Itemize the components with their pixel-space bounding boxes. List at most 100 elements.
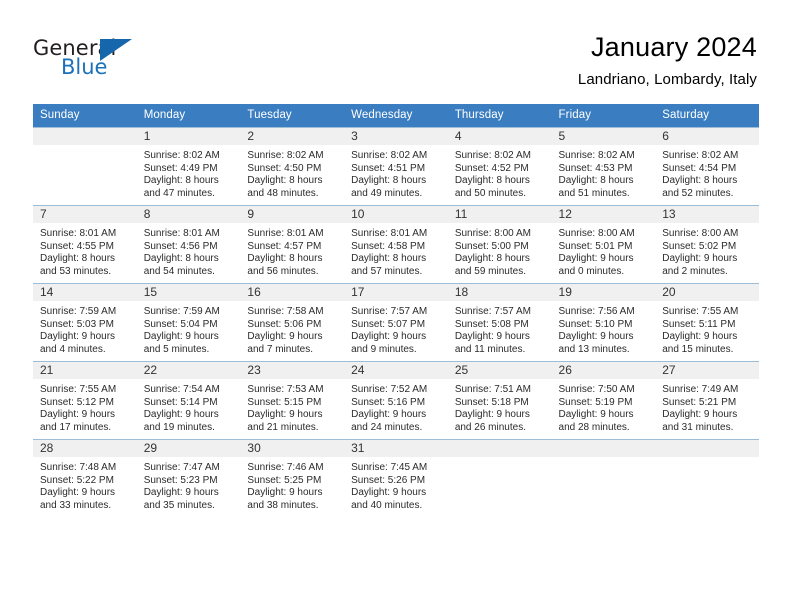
daylight-text-line1: Daylight: 9 hours [40, 487, 116, 499]
day-cell[interactable]: 7 Sunrise: 8:01 AM Sunset: 4:55 PM Daylight… [33, 205, 137, 284]
day-cell[interactable]: 9 Sunrise: 8:01 AM Sunset: 4:57 PM Daylight… [240, 205, 345, 284]
daylight-text-line1: Daylight: 8 hours [351, 253, 427, 265]
sunset-text: Sunset: 5:01 PM [558, 240, 633, 252]
calendar-week-row: 28 Sunrise: 7:48 AM Sunset: 5:22 PM Dayligh… [33, 439, 759, 517]
weekday-header-friday: Friday [551, 104, 656, 128]
sunset-text: Sunset: 4:53 PM [558, 162, 633, 174]
day-details: Sunrise: 7:49 AM Sunset: 5:21 PM Daylight:… [655, 379, 759, 434]
day-cell[interactable]: 11 Sunrise: 8:00 AM Sunset: 5:00 PM Dayligh… [447, 205, 552, 284]
day-cell[interactable]: 19 Sunrise: 7:56 AM Sunset: 5:10 PM Dayligh… [551, 283, 656, 362]
daylight-text-line2: and 33 minutes. [40, 499, 112, 511]
daylight-text-line2: and 4 minutes. [40, 343, 106, 355]
day-cell[interactable]: 24 Sunrise: 7:52 AM Sunset: 5:16 PM Dayligh… [344, 361, 448, 440]
sunrise-text: Sunrise: 7:50 AM [558, 384, 635, 395]
sunset-text: Sunset: 5:16 PM [351, 396, 426, 408]
daylight-text-line2: and 28 minutes. [558, 421, 630, 433]
sunrise-text: Sunrise: 7:47 AM [143, 462, 220, 473]
daylight-text-line2: and 13 minutes. [558, 343, 630, 355]
day-cell[interactable]: 23 Sunrise: 7:53 AM Sunset: 5:15 PM Dayligh… [240, 361, 345, 440]
daylight-text-line2: and 7 minutes. [247, 343, 314, 355]
sunset-text: Sunset: 4:50 PM [247, 162, 322, 174]
daylight-text-line2: and 5 minutes. [143, 343, 210, 355]
sunset-text: Sunset: 5:00 PM [454, 240, 529, 252]
day-cell[interactable]: 28 Sunrise: 7:48 AM Sunset: 5:22 PM Dayligh… [33, 439, 137, 517]
daylight-text-line2: and 2 minutes. [662, 265, 728, 277]
day-details: Sunrise: 7:54 AM Sunset: 5:14 PM Daylight:… [137, 379, 241, 434]
daylight-text-line2: and 35 minutes. [143, 499, 215, 511]
day-cell[interactable]: 22 Sunrise: 7:54 AM Sunset: 5:14 PM Dayligh… [136, 361, 241, 440]
day-number [655, 440, 759, 457]
day-number: 4 [447, 128, 552, 145]
sunset-text: Sunset: 5:07 PM [351, 318, 426, 330]
daylight-text-line2: and 50 minutes. [454, 187, 526, 199]
day-cell[interactable]: 3 Sunrise: 8:02 AM Sunset: 4:51 PM Daylight… [344, 127, 448, 206]
title-block: January 2024 Landriano, Lombardy, Italy [578, 30, 757, 91]
day-number: 26 [551, 362, 656, 379]
day-cell[interactable]: 5 Sunrise: 8:02 AM Sunset: 4:53 PM Daylight… [551, 127, 656, 206]
sunset-text: Sunset: 5:04 PM [143, 318, 218, 330]
sunrise-text: Sunrise: 8:01 AM [351, 228, 428, 239]
sunset-text: Sunset: 5:08 PM [454, 318, 529, 330]
sunrise-text: Sunrise: 8:02 AM [662, 150, 739, 161]
daylight-text-line2: and 52 minutes. [662, 187, 734, 199]
sunrise-text: Sunrise: 8:00 AM [454, 228, 531, 239]
day-cell[interactable]: 18 Sunrise: 7:57 AM Sunset: 5:08 PM Dayligh… [447, 283, 552, 362]
day-cell[interactable]: 14 Sunrise: 7:59 AM Sunset: 5:03 PM Dayligh… [33, 283, 137, 362]
sunrise-text: Sunrise: 7:57 AM [454, 306, 531, 317]
sunset-text: Sunset: 4:58 PM [351, 240, 426, 252]
day-cell[interactable]: 30 Sunrise: 7:46 AM Sunset: 5:25 PM Dayligh… [240, 439, 345, 517]
day-number: 5 [551, 128, 656, 145]
day-cell[interactable]: 21 Sunrise: 7:55 AM Sunset: 5:12 PM Dayligh… [33, 361, 137, 440]
day-cell[interactable]: 10 Sunrise: 8:01 AM Sunset: 4:58 PM Dayligh… [344, 205, 448, 284]
day-number: 1 [136, 128, 241, 145]
day-cell[interactable]: 13 Sunrise: 8:00 AM Sunset: 5:02 PM Dayligh… [655, 205, 759, 284]
day-cell[interactable]: 27 Sunrise: 7:49 AM Sunset: 5:21 PM Dayligh… [655, 361, 759, 440]
day-details: Sunrise: 7:58 AM Sunset: 5:06 PM Daylight:… [240, 301, 344, 356]
daylight-text-line1: Daylight: 9 hours [662, 409, 738, 421]
day-cell[interactable]: 6 Sunrise: 8:02 AM Sunset: 4:54 PM Daylight… [655, 127, 759, 206]
day-cell[interactable]: 26 Sunrise: 7:50 AM Sunset: 5:19 PM Dayligh… [551, 361, 656, 440]
calendar-grid: Sunday Monday Tuesday Wednesday Thursday Frid… [33, 104, 759, 517]
day-cell[interactable]: 15 Sunrise: 7:59 AM Sunset: 5:04 PM Dayligh… [136, 283, 241, 362]
daylight-text-line1: Daylight: 8 hours [247, 175, 323, 187]
daylight-text-line2: and 56 minutes. [247, 265, 319, 277]
day-cell[interactable]: 17 Sunrise: 7:57 AM Sunset: 5:07 PM Dayligh… [344, 283, 448, 362]
sunset-text: Sunset: 4:49 PM [143, 162, 218, 174]
daylight-text-line1: Daylight: 9 hours [143, 409, 219, 421]
logo-word-blue: Blue [61, 55, 108, 79]
day-cell[interactable]: 4 Sunrise: 8:02 AM Sunset: 4:52 PM Daylight… [447, 127, 552, 206]
day-cell[interactable]: 29 Sunrise: 7:47 AM Sunset: 5:23 PM Dayligh… [136, 439, 241, 517]
daylight-text-line2: and 0 minutes. [558, 265, 625, 277]
sunrise-text: Sunrise: 8:02 AM [143, 150, 220, 161]
sunset-text: Sunset: 4:56 PM [143, 240, 218, 252]
daylight-text-line2: and 11 minutes. [454, 343, 526, 355]
day-cell[interactable]: 8 Sunrise: 8:01 AM Sunset: 4:56 PM Daylight… [136, 205, 241, 284]
day-cell[interactable]: 16 Sunrise: 7:58 AM Sunset: 5:06 PM Dayligh… [240, 283, 345, 362]
day-cell[interactable]: 31 Sunrise: 7:45 AM Sunset: 5:26 PM Dayligh… [344, 439, 448, 517]
daylight-text-line1: Daylight: 8 hours [143, 253, 219, 265]
day-details: Sunrise: 7:51 AM Sunset: 5:18 PM Daylight:… [448, 379, 552, 434]
daylight-text-line2: and 26 minutes. [454, 421, 526, 433]
day-cell[interactable]: 1 Sunrise: 8:02 AM Sunset: 4:49 PM Daylight… [136, 127, 241, 206]
sunset-text: Sunset: 5:26 PM [351, 474, 426, 486]
day-cell[interactable]: 12 Sunrise: 8:00 AM Sunset: 5:01 PM Dayligh… [551, 205, 656, 284]
day-details: Sunrise: 7:50 AM Sunset: 5:19 PM Daylight:… [552, 379, 656, 434]
daylight-text-line1: Daylight: 9 hours [351, 409, 427, 421]
day-cell[interactable]: 25 Sunrise: 7:51 AM Sunset: 5:18 PM Dayligh… [447, 361, 552, 440]
day-cell[interactable]: 20 Sunrise: 7:55 AM Sunset: 5:11 PM Dayligh… [655, 283, 759, 362]
day-details: Sunrise: 7:53 AM Sunset: 5:15 PM Daylight:… [240, 379, 344, 434]
sunrise-text: Sunrise: 7:59 AM [40, 306, 117, 317]
day-number: 24 [344, 362, 448, 379]
daylight-text-line2: and 48 minutes. [247, 187, 319, 199]
sunset-text: Sunset: 4:51 PM [351, 162, 426, 174]
daylight-text-line2: and 9 minutes. [351, 343, 417, 355]
day-details: Sunrise: 7:56 AM Sunset: 5:10 PM Daylight:… [552, 301, 656, 356]
sunset-text: Sunset: 5:25 PM [247, 474, 322, 486]
daylight-text-line1: Daylight: 8 hours [247, 253, 323, 265]
calendar-body: 1 Sunrise: 8:02 AM Sunset: 4:49 PM Daylight… [33, 127, 759, 517]
daylight-text-line1: Daylight: 8 hours [558, 175, 634, 187]
day-details: Sunrise: 8:00 AM Sunset: 5:01 PM Daylight:… [552, 223, 656, 278]
day-cell[interactable]: 2 Sunrise: 8:02 AM Sunset: 4:50 PM Daylight… [240, 127, 345, 206]
sunrise-text: Sunrise: 8:02 AM [558, 150, 635, 161]
daylight-text-line1: Daylight: 9 hours [40, 409, 116, 421]
